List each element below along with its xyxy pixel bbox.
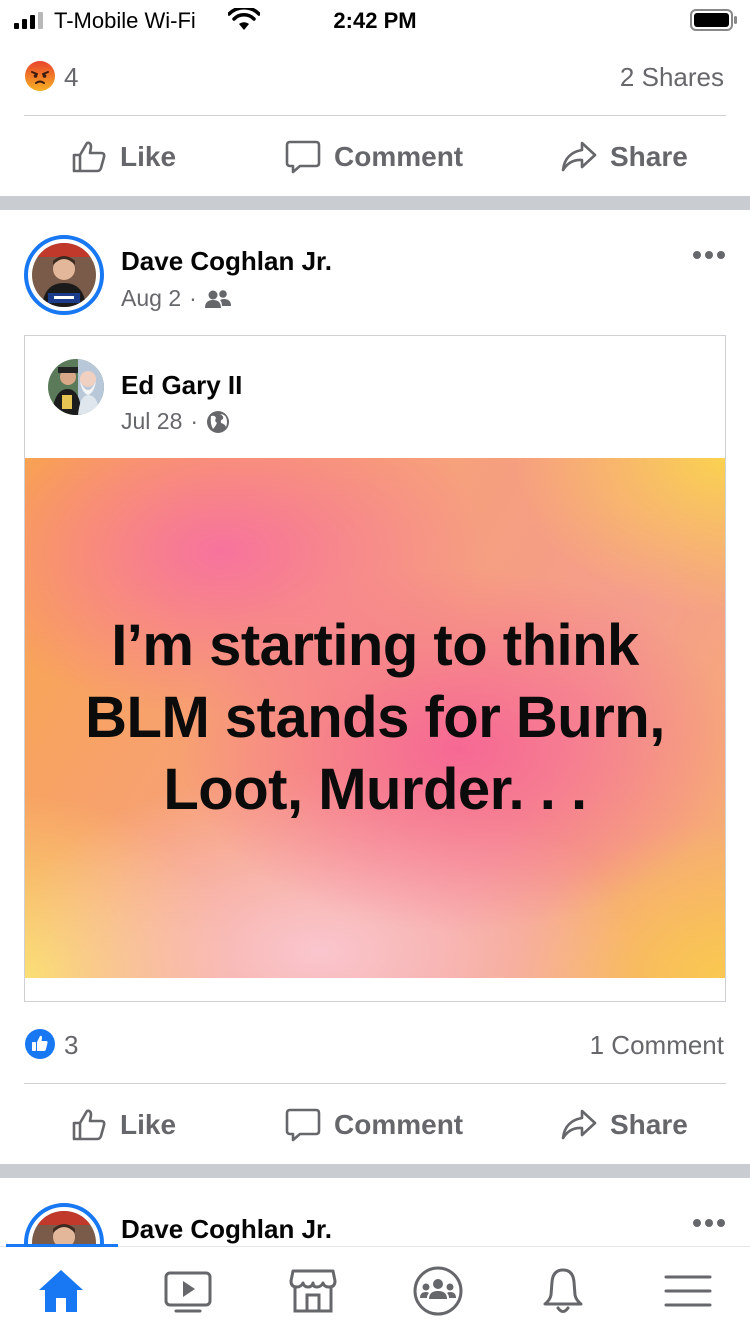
- share-button[interactable]: Share: [560, 117, 688, 197]
- reaction-count[interactable]: 4: [64, 62, 78, 93]
- post-date[interactable]: Aug 2: [121, 285, 181, 312]
- comment-label: Comment: [334, 141, 464, 172]
- menu-icon: [664, 1275, 712, 1307]
- meta-dot: ·: [189, 285, 197, 311]
- nav-watch[interactable]: [158, 1261, 218, 1321]
- status-bar: T-Mobile Wi-Fi 2:42 PM: [0, 0, 750, 40]
- friends-icon: [204, 289, 231, 308]
- next-author-name[interactable]: Dave Coghlan Jr.: [121, 1214, 332, 1245]
- share-icon: [561, 1109, 597, 1140]
- like-button[interactable]: Like: [70, 1085, 176, 1165]
- groups-icon: [413, 1266, 463, 1316]
- prev-post-actions: Like Comment Share: [0, 117, 750, 197]
- nav-marketplace[interactable]: [283, 1261, 343, 1321]
- watch-icon: [164, 1271, 212, 1313]
- share-icon: [561, 141, 597, 172]
- shared-author-avatar[interactable]: [48, 359, 104, 415]
- post-separator: [0, 1164, 750, 1178]
- share-button[interactable]: Share: [560, 1085, 688, 1165]
- like-label: Like: [120, 1109, 177, 1140]
- notifications-icon: [543, 1268, 583, 1313]
- divider: [24, 115, 726, 116]
- bottom-nav: [0, 1246, 750, 1334]
- marketplace-icon: [289, 1269, 337, 1313]
- prev-post-reactions: 4 2 Shares: [0, 58, 750, 98]
- post-actions: Like Comment Share: [0, 1085, 750, 1165]
- comment-label: Comment: [334, 1109, 464, 1140]
- comment-button[interactable]: Comment: [284, 1085, 463, 1165]
- reaction-count[interactable]: 3: [64, 1030, 78, 1061]
- more-options-icon[interactable]: [692, 250, 726, 260]
- avatar-photo: [32, 243, 96, 307]
- post-reactions: 3 1 Comment: [0, 1026, 750, 1066]
- like-icon: [72, 1109, 106, 1141]
- share-label: Share: [610, 1109, 688, 1140]
- shared-post-meta: Jul 28 ·: [121, 408, 230, 435]
- nav-home[interactable]: [31, 1261, 91, 1321]
- author-avatar[interactable]: [24, 235, 104, 315]
- angry-reaction-icon[interactable]: [24, 60, 56, 92]
- like-reaction-icon[interactable]: [24, 1028, 56, 1060]
- nav-notifications[interactable]: [533, 1261, 593, 1321]
- comment-button[interactable]: Comment: [284, 117, 463, 197]
- globe-icon: [207, 410, 230, 433]
- home-icon: [39, 1270, 83, 1312]
- clock: 2:42 PM: [333, 8, 417, 33]
- text-background-post[interactable]: I’m starting to think BLM stands for Bur…: [25, 458, 725, 978]
- shares-count[interactable]: 2 Shares: [620, 62, 724, 93]
- share-label: Share: [610, 141, 688, 172]
- comment-icon: [285, 1108, 321, 1142]
- nav-groups[interactable]: [408, 1261, 468, 1321]
- post-text: I’m starting to think BLM stands for Bur…: [85, 613, 665, 822]
- shared-post-date[interactable]: Jul 28: [121, 408, 182, 435]
- shared-post[interactable]: Ed Gary II Jul 28 · I’m starting to thin…: [24, 335, 726, 1002]
- nav-menu[interactable]: [658, 1261, 718, 1321]
- post-meta: Aug 2 ·: [121, 285, 231, 312]
- divider: [24, 1083, 726, 1084]
- meta-dot: ·: [190, 408, 199, 434]
- author-name[interactable]: Dave Coghlan Jr.: [121, 246, 332, 277]
- battery-icon: [690, 9, 737, 31]
- comment-icon: [285, 140, 321, 174]
- shared-author-name[interactable]: Ed Gary II: [121, 370, 242, 401]
- post-separator: [0, 196, 750, 210]
- comments-count[interactable]: 1 Comment: [590, 1030, 724, 1061]
- like-label: Like: [120, 141, 177, 172]
- like-icon: [72, 141, 106, 173]
- more-options-icon[interactable]: [692, 1218, 726, 1228]
- nav-active-indicator: [6, 1244, 118, 1247]
- like-button[interactable]: Like: [70, 117, 176, 197]
